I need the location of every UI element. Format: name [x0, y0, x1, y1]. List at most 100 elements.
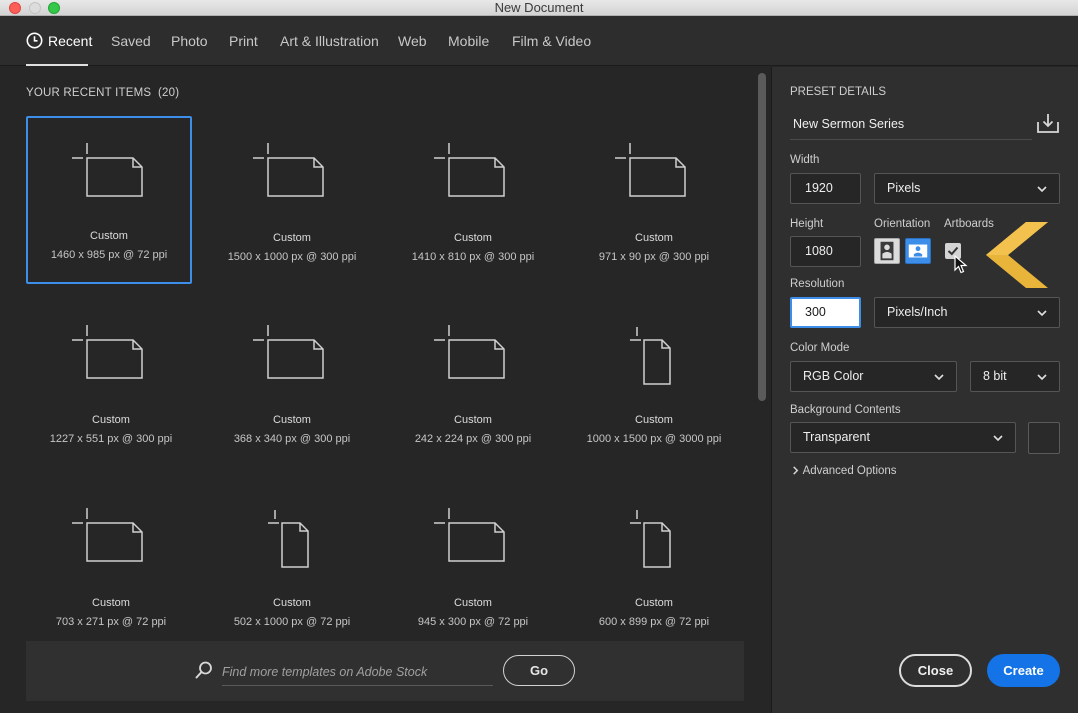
color-mode-label: Color Mode [790, 342, 850, 354]
window-title: New Document [494, 0, 584, 15]
stock-search-input[interactable] [222, 658, 493, 686]
recent-item-name: Custom [635, 414, 673, 426]
landscape-document-icon [434, 143, 505, 197]
recent-item-name: Custom [454, 414, 492, 426]
resolution-unit-select[interactable]: Pixels/Inch [874, 297, 1060, 328]
portrait-document-icon [630, 327, 671, 385]
preset-details-heading: PRESET DETAILS [790, 86, 887, 98]
height-input[interactable]: 1080 [790, 236, 861, 267]
landscape-document-icon [434, 508, 505, 562]
mouse-pointer-icon [954, 255, 968, 274]
recent-item-card[interactable]: Custom 600 x 899 px @ 72 ppi [571, 483, 737, 651]
tab-mobile[interactable]: Mobile [448, 33, 489, 49]
width-unit-value: Pixels [887, 181, 921, 195]
width-unit-select[interactable]: Pixels [874, 173, 1060, 204]
recent-item-card[interactable]: Custom 1227 x 551 px @ 300 ppi [28, 300, 194, 468]
background-contents-label: Background Contents [790, 404, 901, 416]
portrait-document-icon [268, 510, 309, 568]
landscape-document-icon [72, 508, 143, 562]
recent-item-dimensions: 1227 x 551 px @ 300 ppi [49, 433, 173, 445]
color-mode-value: RGB Color [803, 369, 864, 383]
preset-name-field[interactable]: New Sermon Series [790, 110, 1032, 140]
background-contents-value: Transparent [803, 430, 870, 444]
recent-item-name: Custom [635, 597, 673, 609]
background-contents-select[interactable]: Transparent [790, 422, 1016, 453]
landscape-document-icon [253, 325, 324, 379]
recent-items-title: YOUR RECENT ITEMS [26, 87, 152, 99]
recent-item-name: Custom [92, 414, 130, 426]
tab-recent[interactable]: Recent [48, 33, 92, 49]
recent-item-card[interactable]: Custom 242 x 224 px @ 300 ppi [390, 300, 556, 468]
portrait-orientation-button[interactable] [874, 238, 900, 264]
scrollbar-thumb[interactable] [758, 73, 766, 401]
recent-item-name: Custom [454, 232, 492, 244]
portrait-document-icon [630, 510, 671, 568]
recent-item-dimensions: 1410 x 810 px @ 300 ppi [411, 251, 535, 263]
tab-film-video[interactable]: Film & Video [512, 33, 591, 49]
recent-item-card[interactable]: Custom 1000 x 1500 px @ 3000 ppi [571, 300, 737, 468]
orientation-label: Orientation [874, 218, 931, 230]
recent-item-card[interactable]: Custom 368 x 340 px @ 300 ppi [209, 300, 375, 468]
search-icon [195, 661, 212, 679]
recent-item-dimensions: 368 x 340 px @ 300 ppi [233, 433, 351, 445]
recent-item-card[interactable]: Custom 502 x 1000 px @ 72 ppi [209, 483, 375, 651]
recent-item-card[interactable]: Custom 971 x 90 px @ 300 ppi [571, 118, 737, 286]
tab-web[interactable]: Web [398, 33, 427, 49]
recent-item-name: Custom [635, 232, 673, 244]
portrait-person-icon [880, 241, 894, 261]
recent-item-name: Custom [273, 232, 311, 244]
chevron-down-icon [1037, 186, 1047, 193]
recent-item-card[interactable]: Custom 1410 x 810 px @ 300 ppi [390, 118, 556, 286]
chevron-down-icon [934, 374, 944, 381]
width-label: Width [790, 154, 820, 166]
height-label: Height [790, 218, 824, 230]
recent-item-dimensions: 1000 x 1500 px @ 3000 ppi [586, 433, 722, 445]
recent-item-dimensions: 1500 x 1000 px @ 300 ppi [227, 251, 357, 263]
recent-item-dimensions: 1460 x 985 px @ 72 ppi [50, 249, 168, 261]
tab-art-illustration[interactable]: Art & Illustration [280, 33, 379, 49]
chevron-down-icon [1037, 374, 1047, 381]
go-button[interactable]: Go [503, 655, 575, 686]
advanced-options-toggle[interactable]: Advanced Options [791, 465, 897, 477]
recent-item-dimensions: 600 x 899 px @ 72 ppi [598, 616, 710, 628]
bit-depth-value: 8 bit [983, 369, 1007, 383]
chevron-logo-icon [986, 222, 1048, 288]
recent-items-count: (20) [158, 87, 180, 99]
landscape-person-icon [908, 244, 928, 258]
active-tab-indicator [26, 64, 88, 66]
resolution-label: Resolution [790, 278, 845, 290]
recent-item-card[interactable]: Custom 945 x 300 px @ 72 ppi [390, 483, 556, 651]
recent-item-name: Custom [454, 597, 492, 609]
chevron-down-icon [1037, 310, 1047, 317]
background-color-swatch[interactable] [1028, 422, 1060, 454]
resolution-unit-value: Pixels/Inch [887, 305, 948, 319]
recent-item-card[interactable]: Custom 1460 x 985 px @ 72 ppi [26, 116, 192, 284]
tab-saved[interactable]: Saved [111, 33, 151, 49]
save-preset-icon[interactable] [1036, 112, 1060, 134]
landscape-document-icon [434, 325, 505, 379]
recent-item-card[interactable]: Custom 703 x 271 px @ 72 ppi [28, 483, 194, 651]
recent-item-dimensions: 242 x 224 px @ 300 ppi [414, 433, 532, 445]
recent-item-name: Custom [92, 597, 130, 609]
recent-item-dimensions: 945 x 300 px @ 72 ppi [417, 616, 529, 628]
bit-depth-select[interactable]: 8 bit [970, 361, 1060, 392]
landscape-orientation-button[interactable] [905, 238, 931, 264]
tab-photo[interactable]: Photo [171, 33, 208, 49]
landscape-document-icon [615, 143, 686, 197]
recent-items-heading: YOUR RECENT ITEMS (20) [26, 87, 179, 99]
width-input[interactable]: 1920 [790, 173, 861, 204]
create-button[interactable]: Create [987, 654, 1060, 687]
recent-item-name: Custom [90, 230, 128, 242]
recent-item-dimensions: 971 x 90 px @ 300 ppi [598, 251, 710, 263]
title-bar: New Document [0, 0, 1078, 16]
recent-item-card[interactable]: Custom 1500 x 1000 px @ 300 ppi [209, 118, 375, 286]
landscape-document-icon [253, 143, 324, 197]
color-mode-select[interactable]: RGB Color [790, 361, 957, 392]
chevron-down-icon [993, 435, 1003, 442]
close-button[interactable]: Close [899, 654, 972, 687]
landscape-document-icon [72, 325, 143, 379]
resolution-input[interactable]: 300 [790, 297, 861, 328]
tab-print[interactable]: Print [229, 33, 258, 49]
clock-icon [26, 32, 43, 49]
recent-item-name: Custom [273, 597, 311, 609]
